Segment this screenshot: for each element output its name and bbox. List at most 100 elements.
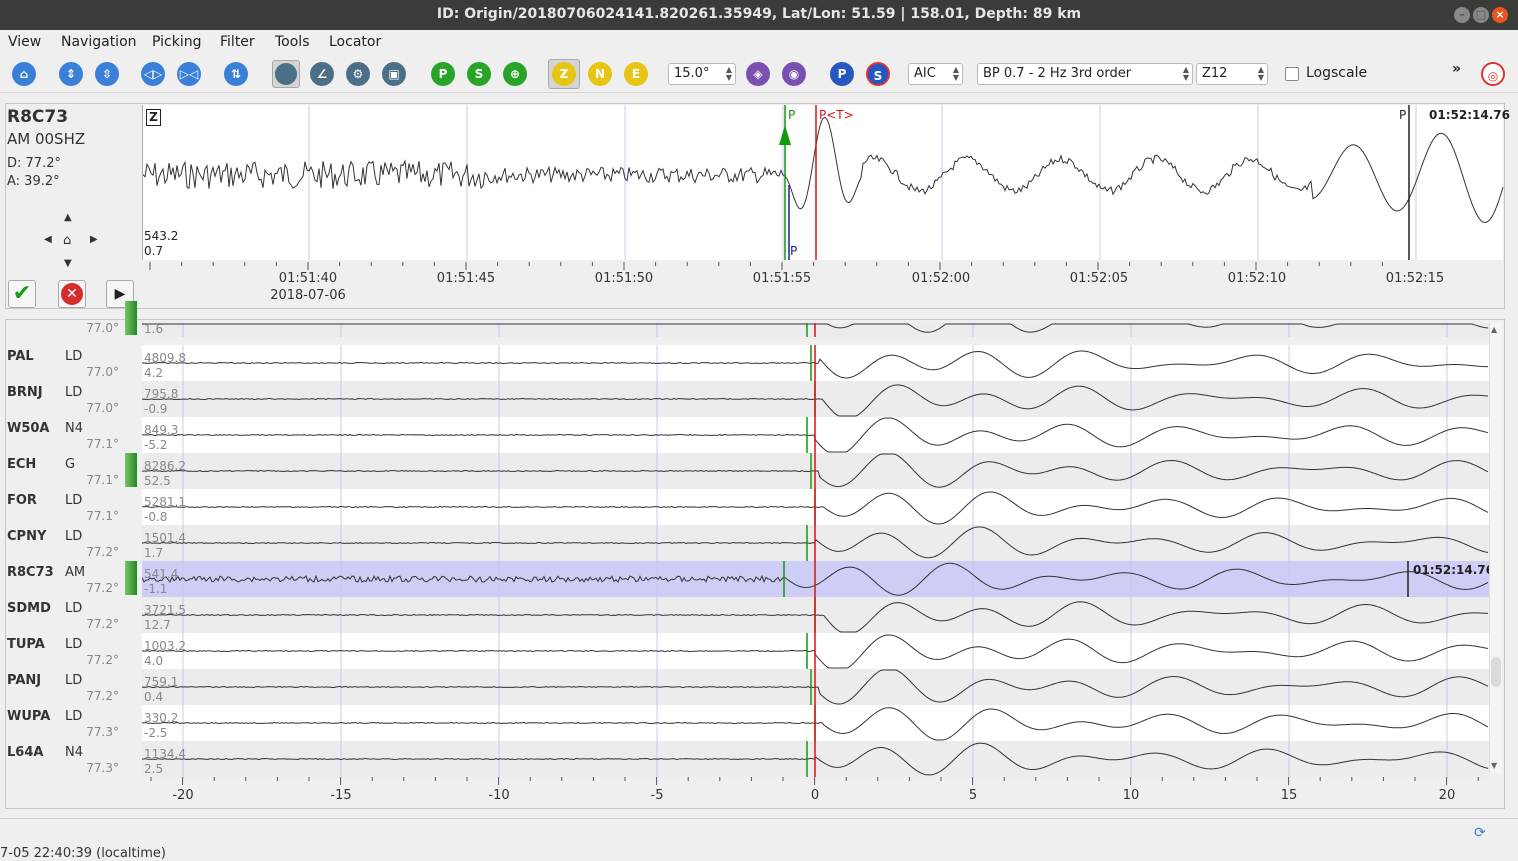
- menu-picking[interactable]: Picking: [152, 34, 201, 50]
- trace-row-label[interactable]: FOR LD 77.1°: [7, 489, 137, 525]
- trace-row-label[interactable]: ECH G 77.1°: [7, 453, 137, 489]
- rotate-right-icon[interactable]: ◉: [782, 62, 806, 86]
- menu-tools[interactable]: Tools: [275, 34, 310, 50]
- expand-horizontal-icon[interactable]: ◁▷: [141, 62, 165, 86]
- row-amp-min: 4.0: [144, 654, 164, 668]
- move-right-icon[interactable]: ▶: [90, 234, 98, 245]
- trace-row[interactable]: 1134.4 2.5: [142, 741, 1489, 777]
- trace-row-label[interactable]: WUPA LD 77.3°: [7, 705, 137, 741]
- save-icon[interactable]: ▣: [382, 62, 406, 86]
- trace-row[interactable]: 1003.2 4.0: [142, 633, 1489, 669]
- trace-row-label[interactable]: W50A N4 77.1°: [7, 417, 137, 453]
- move-left-icon[interactable]: ◀: [44, 234, 52, 245]
- sort-icon[interactable]: ⇅: [224, 62, 248, 86]
- trace-row[interactable]: 330.2 -2.5: [142, 705, 1489, 741]
- angle-spinbox[interactable]: 15.0° ▲ ▼: [668, 63, 736, 85]
- scroll-up-arrow-icon[interactable]: ▲: [1491, 325, 1497, 334]
- gear-icon[interactable]: ⚙: [346, 62, 370, 86]
- component-e-button[interactable]: E: [624, 62, 648, 86]
- menu-filter[interactable]: Filter: [220, 34, 255, 50]
- main-trace-svg: [142, 105, 1504, 260]
- s-pick-icon[interactable]: S: [467, 62, 491, 86]
- fit-horizontal-icon[interactable]: ▷◁: [177, 62, 201, 86]
- filter-select[interactable]: BP 0.7 - 2 Hz 3rd order ▲ ▼: [977, 63, 1193, 85]
- component-n-button[interactable]: N: [588, 62, 612, 86]
- angle-icon[interactable]: ∠: [310, 62, 334, 86]
- trace-row[interactable]: 1.6: [142, 322, 1489, 337]
- target-icon[interactable]: ◎: [1481, 62, 1505, 86]
- menu-navigation[interactable]: Navigation: [61, 34, 137, 50]
- network-code: AM: [65, 565, 86, 580]
- home-reset-icon[interactable]: ⌂: [63, 233, 71, 248]
- row-amp-max: 4809.8: [144, 351, 186, 365]
- spin-arrows-icon[interactable]: ▲ ▼: [726, 66, 732, 82]
- trace-row[interactable]: 795.8 -0.9: [142, 381, 1489, 417]
- trace-row[interactable]: 5281.1 -0.8: [142, 489, 1489, 525]
- network-code: LD: [65, 493, 83, 508]
- scroll-up-icon[interactable]: ⇕: [59, 62, 83, 86]
- trace-row[interactable]: 849.3 -5.2: [142, 417, 1489, 453]
- station-distance: 77.1°: [86, 437, 119, 451]
- trace-row[interactable]: 8286.2 52.5: [142, 453, 1489, 489]
- trace-row-label[interactable]: TUPA LD 77.2°: [7, 633, 137, 669]
- rotate-left-icon[interactable]: ◈: [746, 62, 770, 86]
- toolbar-overflow-icon[interactable]: »: [1452, 61, 1461, 77]
- trace-row-label[interactable]: CPNY LD 77.2°: [7, 525, 137, 561]
- trace-row-label[interactable]: 77.0°: [7, 301, 137, 337]
- close-button[interactable]: ×: [1492, 7, 1508, 23]
- time-tick: 01:52:05: [1069, 271, 1129, 286]
- rotate-tool-selected[interactable]: [272, 60, 300, 88]
- trace-row-label[interactable]: L64A N4 77.3°: [7, 741, 137, 777]
- row-amp-min: 12.7: [144, 618, 171, 632]
- maximize-button[interactable]: □: [1473, 7, 1489, 23]
- trace-row[interactable]: 4809.8 4.2: [142, 345, 1489, 381]
- row-waveform-svg: [142, 525, 1489, 561]
- minimize-button[interactable]: –: [1454, 7, 1470, 23]
- trace-row[interactable]: 3721.5 12.7: [142, 597, 1489, 633]
- scrollbar-thumb[interactable]: [1491, 657, 1501, 687]
- main-trace-plot[interactable]: Z 543.2 0.7 P P<T> P P 01:52:14.76: [142, 105, 1510, 260]
- picked-indicator: [125, 561, 137, 595]
- relative-time-tick: 10: [1122, 788, 1140, 803]
- logscale-checkbox[interactable]: [1285, 67, 1299, 81]
- trace-row[interactable]: 541.4 -1.1 01:52:14.76: [142, 561, 1494, 597]
- station-distance: 77.2°: [86, 653, 119, 667]
- row-amp-max: 795.8: [144, 387, 179, 401]
- toolbar: ⌂ ⇕ ⇳ ◁▷ ▷◁ ⇅ ∠ ⚙ ▣ P S ⊕ Z N E 15.0° ▲ ▼…: [0, 55, 1518, 93]
- channel-select[interactable]: Z12 ▲ ▼: [1196, 63, 1268, 85]
- menu-locator[interactable]: Locator: [329, 34, 381, 50]
- row-waveform-svg: [142, 417, 1489, 453]
- zoom-pick-icon[interactable]: ⊕: [503, 62, 527, 86]
- scroll-down-arrow-icon[interactable]: ▼: [1491, 761, 1497, 770]
- move-down-icon[interactable]: ▼: [64, 258, 72, 269]
- row-amp-max: 1501.4: [144, 531, 186, 545]
- trace-row-label[interactable]: BRNJ LD 77.0°: [7, 381, 137, 417]
- p-pick-icon[interactable]: P: [431, 62, 455, 86]
- s-phase-button[interactable]: S: [866, 62, 890, 86]
- trace-row[interactable]: 1501.4 1.7: [142, 525, 1489, 561]
- trace-row-label[interactable]: PANJ LD 77.2°: [7, 669, 137, 705]
- network-code: N4: [65, 745, 83, 760]
- station-distance: 77.2°: [86, 581, 119, 595]
- home-icon[interactable]: ⌂: [12, 62, 36, 86]
- row-waveform-svg: [142, 381, 1489, 417]
- list-scrollbar[interactable]: ▲ ▼: [1489, 323, 1502, 773]
- menu-view[interactable]: View: [8, 34, 41, 50]
- station-distance: 77.3°: [86, 761, 119, 775]
- p-phase-button[interactable]: P: [830, 62, 854, 86]
- move-up-icon[interactable]: ▲: [64, 212, 72, 223]
- trace-row-label[interactable]: SDMD LD 77.2°: [7, 597, 137, 633]
- trace-row-label[interactable]: R8C73 AM 77.2°: [7, 561, 137, 597]
- picker-select[interactable]: AIC ▲ ▼: [908, 63, 963, 85]
- component-z-button[interactable]: Z: [548, 59, 580, 89]
- row-waveform-svg: [142, 705, 1489, 741]
- time-tick: 01:51:45: [436, 271, 496, 286]
- row-waveform-svg: [142, 561, 1489, 597]
- row-waveform-svg: [142, 633, 1489, 669]
- trace-row-label[interactable]: PAL LD 77.0°: [7, 345, 137, 381]
- station-code: CPNY: [7, 529, 47, 544]
- trace-row[interactable]: 759.1 0.4: [142, 669, 1489, 705]
- row-amp-max: 3721.5: [144, 603, 186, 617]
- window-titlebar: ID: Origin/20180706024141.820261.35949, …: [0, 0, 1518, 30]
- expand-vertical-icon[interactable]: ⇳: [95, 62, 119, 86]
